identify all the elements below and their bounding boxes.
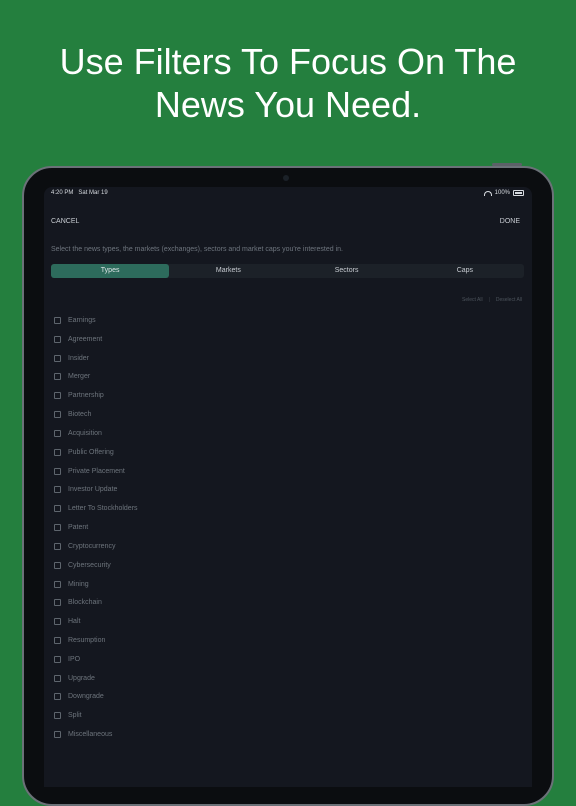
battery-percent: 100%	[494, 190, 510, 196]
deselect-all-button[interactable]: Deselect All	[496, 297, 522, 303]
checkbox[interactable]	[54, 712, 61, 720]
tab-markets[interactable]: Markets	[169, 264, 287, 278]
checkbox[interactable]	[54, 411, 61, 419]
wifi-icon	[483, 190, 492, 196]
list-item[interactable]: Resumption	[54, 631, 514, 650]
list-item[interactable]: Blockchain	[54, 593, 514, 612]
list-item[interactable]: Merger	[54, 367, 514, 386]
status-date: Sat Mar 19	[78, 190, 108, 196]
list-item-label: Public Offering	[68, 448, 114, 456]
checkbox[interactable]	[54, 373, 61, 381]
list-item[interactable]: Halt	[54, 612, 514, 631]
checkbox[interactable]	[54, 693, 61, 701]
list-item-label: Miscellaneous	[68, 731, 113, 739]
list-item-label: Blockchain	[68, 599, 102, 607]
checkbox[interactable]	[54, 486, 61, 494]
status-bar-right: 100%	[483, 190, 524, 196]
list-item-label: Acquisition	[68, 429, 102, 437]
checkbox[interactable]	[54, 392, 61, 400]
list-item[interactable]: Cybersecurity	[54, 556, 514, 575]
tab-sectors[interactable]: Sectors	[288, 264, 406, 278]
checkbox[interactable]	[54, 655, 61, 663]
checkbox[interactable]	[54, 731, 61, 739]
battery-icon	[513, 190, 524, 196]
list-item[interactable]: IPO	[54, 650, 514, 669]
list-item-label: IPO	[68, 655, 81, 663]
checkbox[interactable]	[54, 335, 61, 343]
filter-tabs: Types Markets Sectors Caps	[51, 264, 524, 278]
list-item[interactable]: Insider	[54, 349, 514, 368]
list-item-label: Partnership	[68, 392, 104, 400]
checkbox[interactable]	[54, 429, 61, 437]
list-item-label: Earnings	[68, 316, 96, 324]
camera-icon	[283, 175, 289, 181]
headline-line-2: News You Need.	[154, 84, 422, 125]
checkbox[interactable]	[54, 636, 61, 644]
list-item-label: Patent	[68, 524, 89, 532]
list-item[interactable]: Agreement	[54, 330, 514, 349]
status-bar-left: 4:20 PM Sat Mar 19	[51, 190, 108, 196]
list-item[interactable]: Cryptocurrency	[54, 537, 514, 556]
list-item[interactable]: Split	[54, 706, 514, 725]
list-item-label: Insider	[68, 354, 90, 362]
checkbox[interactable]	[54, 599, 61, 607]
tab-types[interactable]: Types	[51, 264, 170, 278]
tab-caps[interactable]: Caps	[406, 264, 524, 278]
list-item[interactable]: Patent	[54, 518, 514, 537]
filter-screen: 4:20 PM Sat Mar 19 100% CANCEL DONE Sele…	[44, 187, 532, 787]
list-item-label: Mining	[68, 580, 89, 588]
checkbox[interactable]	[54, 542, 61, 550]
list-item-label: Letter To Stockholders	[68, 505, 138, 513]
checkbox[interactable]	[54, 467, 61, 475]
list-item-label: Cryptocurrency	[68, 542, 116, 550]
list-item[interactable]: Miscellaneous	[54, 725, 514, 744]
list-item[interactable]: Private Placement	[54, 462, 514, 481]
checkbox[interactable]	[54, 448, 61, 456]
list-item-label: Split	[68, 712, 82, 720]
list-item[interactable]: Public Offering	[54, 443, 514, 462]
list-item[interactable]: Investor Update	[54, 480, 514, 499]
list-item-label: Halt	[68, 618, 81, 626]
list-item-label: Upgrade	[68, 674, 95, 682]
list-item[interactable]: Partnership	[54, 386, 514, 405]
checkbox[interactable]	[54, 505, 61, 513]
selection-actions: Select All | Deselect All	[462, 297, 522, 303]
checkbox[interactable]	[54, 354, 61, 362]
checkbox[interactable]	[54, 580, 61, 588]
checkbox[interactable]	[54, 674, 61, 682]
news-type-list: Earnings Agreement Insider Merger Partne…	[54, 311, 514, 744]
done-button[interactable]: DONE	[500, 218, 520, 225]
checkbox[interactable]	[54, 524, 61, 532]
list-item-label: Cybersecurity	[68, 561, 111, 569]
status-time: 4:20 PM	[51, 190, 74, 196]
list-item[interactable]: Letter To Stockholders	[54, 499, 514, 518]
intro-text: Select the news types, the markets (exch…	[51, 246, 343, 253]
list-item[interactable]: Biotech	[54, 405, 514, 424]
list-item[interactable]: Mining	[54, 575, 514, 594]
list-item[interactable]: Earnings	[54, 311, 514, 330]
checkbox[interactable]	[54, 618, 61, 626]
headline-line-1: Use Filters To Focus On The	[59, 41, 517, 82]
list-item[interactable]: Acquisition	[54, 424, 514, 443]
list-item-label: Merger	[68, 373, 91, 381]
list-item[interactable]: Upgrade	[54, 669, 514, 688]
list-item-label: Downgrade	[68, 693, 104, 701]
cancel-button[interactable]: CANCEL	[51, 218, 79, 225]
list-item[interactable]: Downgrade	[54, 688, 514, 707]
list-item-label: Investor Update	[68, 486, 118, 494]
list-item-label: Private Placement	[68, 467, 125, 475]
checkbox[interactable]	[54, 316, 61, 324]
checkbox[interactable]	[54, 561, 61, 569]
select-all-button[interactable]: Select All	[462, 297, 483, 303]
list-item-label: Agreement	[68, 335, 103, 343]
promo-headline: Use Filters To Focus On The News You Nee…	[0, 40, 576, 126]
separator: |	[488, 297, 490, 303]
list-item-label: Resumption	[68, 636, 106, 644]
list-item-label: Biotech	[68, 411, 92, 419]
